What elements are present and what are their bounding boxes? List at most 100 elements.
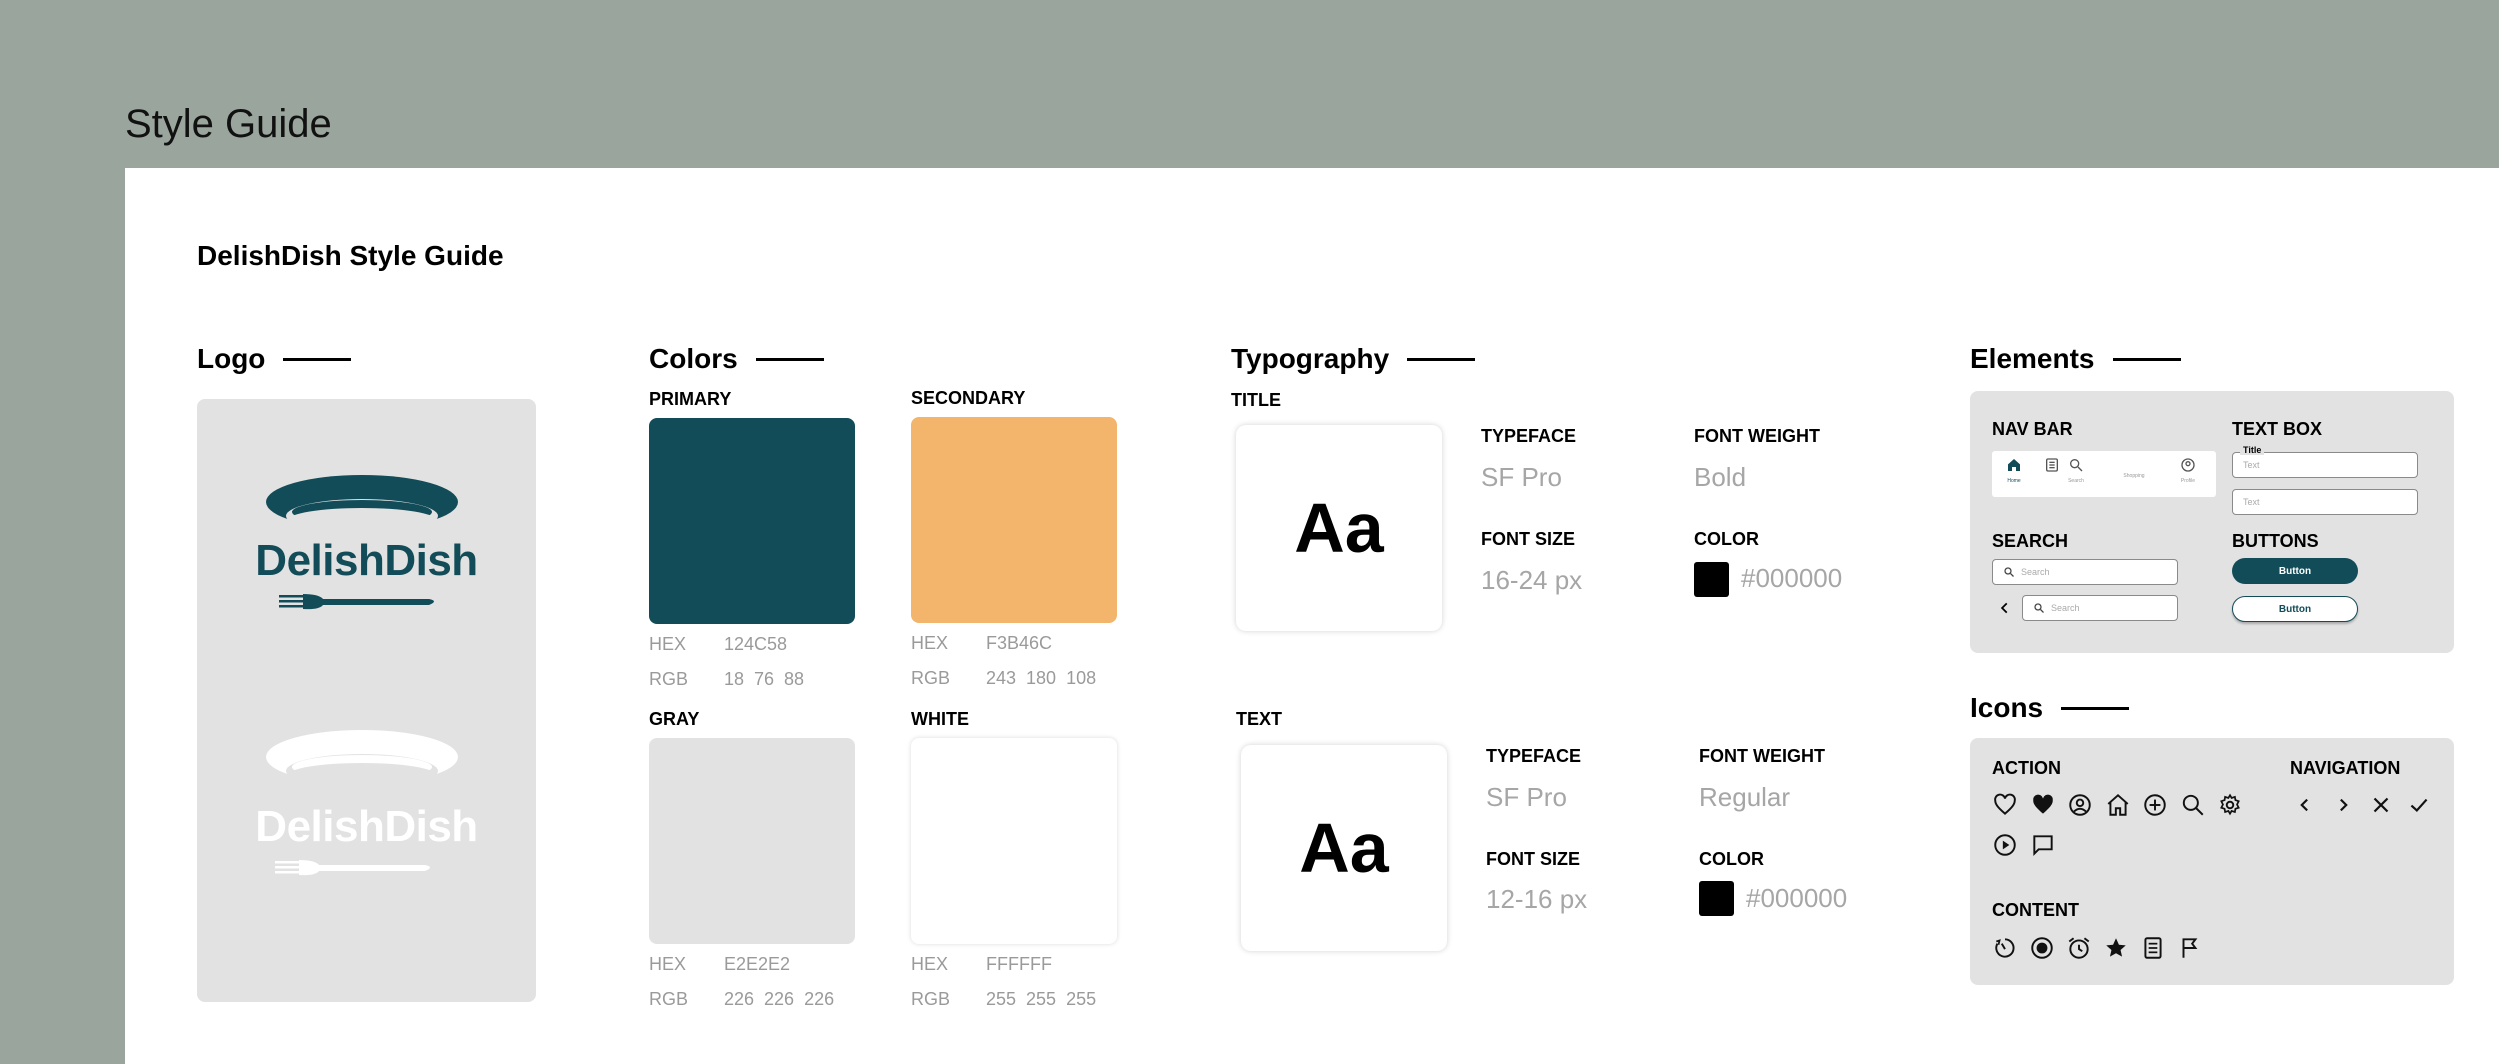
home-icon — [2105, 792, 2131, 818]
size-value: 12-16 px — [1486, 884, 1588, 914]
nav-item-search[interactable]: Search — [2060, 457, 2092, 484]
search-icon — [2070, 459, 2083, 472]
weight-head: FONT WEIGHT — [1699, 746, 1825, 766]
frame-title: Style Guide — [125, 102, 332, 146]
list-icon — [2046, 458, 2058, 472]
alarm-icon — [2066, 935, 2092, 961]
color-swatch-white — [911, 738, 1117, 944]
title-rule — [283, 357, 352, 361]
chat-icon — [2030, 832, 2056, 858]
guide-title: DelishDish Style Guide — [197, 240, 504, 271]
elements-panel: NAV BAR Home Search Shopping Profile TEX… — [1970, 391, 2454, 653]
chevron-right-icon — [2330, 792, 2356, 818]
plate-logo-light-icon — [266, 730, 458, 788]
buttons-label: BUTTONS — [2232, 531, 2319, 551]
plus-circle-icon — [2142, 792, 2168, 818]
color-value: #000000 — [1746, 883, 1848, 913]
color-card-primary: PRIMARY HEX 124C58 RGB 18 76 88 — [649, 389, 855, 690]
back-chevron-icon[interactable] — [1998, 601, 2012, 615]
nav-item-home[interactable]: Home — [1998, 457, 2030, 484]
search-input[interactable]: Search — [1992, 559, 2178, 585]
color-card-white: WHITE HEX FFFFFF RGB 255 255 255 — [911, 709, 1117, 1010]
home-icon — [2008, 459, 2020, 471]
timer-icon — [1992, 935, 2018, 961]
user-circle-icon — [2181, 458, 2195, 472]
typeface-value: SF Pro — [1486, 782, 1567, 812]
fork-light-icon — [275, 860, 430, 876]
color-chip — [1694, 562, 1729, 597]
text-box-field[interactable]: Text — [2232, 489, 2418, 515]
logo-brand-text-light: DelishDish — [255, 802, 478, 851]
title-rule — [1407, 357, 1476, 361]
action-icons-row — [1992, 792, 2243, 818]
color-head: COLOR — [1694, 529, 1759, 549]
nav-item-profile[interactable]: Profile — [2172, 457, 2204, 484]
primary-button-sample[interactable]: Button — [2232, 558, 2358, 584]
record-icon — [2029, 935, 2055, 961]
action-icons-row-2 — [1992, 832, 2056, 858]
search-input-with-back[interactable]: Search — [2022, 595, 2178, 621]
nav-item-shopping[interactable]: Shopping — [2114, 473, 2154, 479]
color-label: GRAY — [649, 709, 700, 729]
logo-section-title: Logo — [197, 343, 352, 375]
color-card-gray: GRAY HEX E2E2E2 RGB 226 226 226 — [649, 709, 855, 1010]
color-swatch-gray — [649, 738, 855, 944]
typeface-head: TYPEFACE — [1486, 746, 1582, 766]
weight-value: Regular — [1699, 782, 1791, 812]
color-value: #000000 — [1741, 563, 1843, 593]
color-meta: HEX 124C58 RGB 18 76 88 — [649, 634, 805, 689]
navigation-icons-row — [2292, 792, 2432, 818]
search-icon — [2180, 792, 2206, 818]
plate-logo-icon — [266, 475, 458, 533]
text-box-field-titled[interactable]: Text — [2232, 452, 2418, 478]
size-head: FONT SIZE — [1486, 849, 1580, 869]
typography-section-title: Typography — [1231, 343, 1476, 375]
search-label: SEARCH — [1992, 531, 2069, 551]
logo-brand-text: DelishDish — [255, 536, 478, 585]
weight-head: FONT WEIGHT — [1694, 426, 1820, 446]
typo-label-title: TITLE — [1231, 390, 1281, 410]
size-value: 16-24 px — [1481, 565, 1583, 595]
color-meta: HEX E2E2E2 RGB 226 226 226 — [649, 954, 835, 1009]
weight-value: Bold — [1694, 462, 1747, 492]
title-rule — [2061, 706, 2130, 710]
typeface-value: SF Pro — [1481, 462, 1562, 492]
list-icon — [2140, 935, 2166, 961]
gear-icon — [2217, 792, 2243, 818]
title-rule — [2112, 357, 2181, 361]
logo-panel: DelishDish DelishDish — [197, 399, 536, 1002]
typo-label-text: TEXT — [1236, 709, 1283, 729]
color-label: WHITE — [911, 709, 969, 729]
chevron-left-icon — [2292, 792, 2318, 818]
text-box-title: Title — [2240, 445, 2265, 455]
typeface-head: TYPEFACE — [1481, 426, 1577, 446]
size-head: FONT SIZE — [1481, 529, 1575, 549]
secondary-button-sample[interactable]: Button — [2232, 596, 2358, 622]
icons-panel: ACTION NAVIGATION CONTENT — [1970, 738, 2454, 985]
content-icons-row — [1992, 935, 2203, 961]
user-circle-icon — [2067, 792, 2093, 818]
search-icon — [2004, 567, 2014, 577]
text-box-label: TEXT BOX — [2232, 419, 2323, 439]
play-circle-icon — [1992, 832, 2018, 858]
color-label: SECONDARY — [911, 388, 1026, 408]
title-rule — [755, 357, 824, 361]
star-icon — [2103, 935, 2129, 961]
check-icon — [2406, 792, 2432, 818]
color-swatch-secondary — [911, 417, 1117, 623]
typo-sample-text: Aa — [1241, 745, 1447, 951]
search-icon — [2034, 603, 2044, 613]
navigation-label: NAVIGATION — [2290, 758, 2401, 778]
nav-bar-label: NAV BAR — [1992, 419, 2073, 439]
content-label: CONTENT — [1992, 900, 2079, 920]
color-card-secondary: SECONDARY HEX F3B46C RGB 243 180 108 — [911, 388, 1117, 689]
color-swatch-primary — [649, 418, 855, 624]
heart-outline-icon — [1992, 792, 2018, 818]
typo-sample-title: Aa — [1236, 425, 1442, 631]
close-icon — [2368, 792, 2394, 818]
color-head: COLOR — [1699, 849, 1764, 869]
color-label: PRIMARY — [649, 389, 732, 409]
fork-icon — [279, 594, 434, 610]
icons-section-title: Icons — [1970, 692, 2130, 724]
color-meta: HEX FFFFFF RGB 255 255 255 — [911, 954, 1097, 1009]
